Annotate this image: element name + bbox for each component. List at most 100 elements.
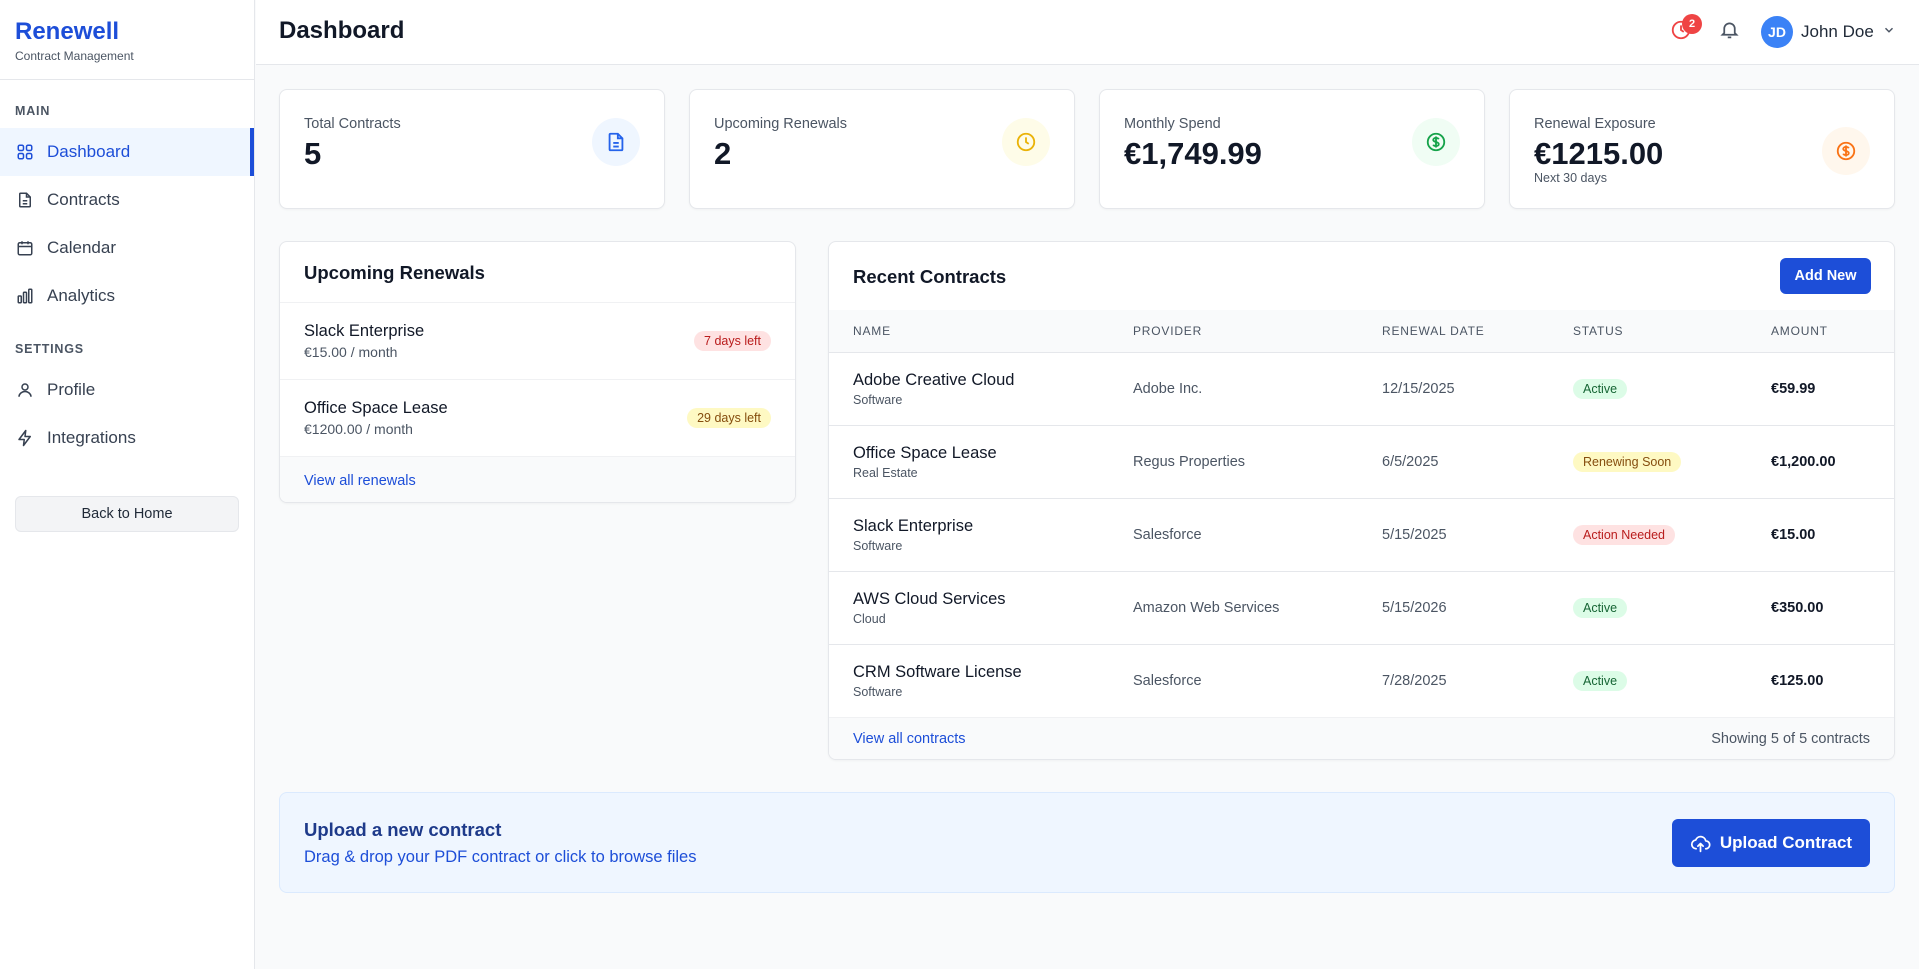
back-to-home-button[interactable]: Back to Home	[15, 496, 239, 532]
cell-provider: Amazon Web Services	[1133, 599, 1280, 616]
cell-renewal-date: 5/15/2026	[1382, 599, 1447, 616]
days-left-badge: 29 days left	[687, 408, 771, 428]
sidebar-item-contracts[interactable]: Contracts	[0, 176, 254, 224]
renewal-name: Slack Enterprise	[304, 322, 425, 340]
column-header-provider[interactable]: PROVIDER	[1109, 310, 1358, 352]
cell-amount: €1,200.00	[1771, 453, 1836, 470]
user-menu[interactable]: JD John Doe	[1761, 16, 1896, 48]
contract-name: Office Space Lease	[853, 443, 997, 462]
contract-name: Adobe Creative Cloud	[853, 370, 1015, 389]
list-item[interactable]: Slack Enterprise €15.00 / month 7 days l…	[280, 302, 795, 379]
stat-card-renewal-exposure: Renewal Exposure €1215.00 Next 30 days	[1509, 89, 1895, 209]
cloud-upload-icon	[1690, 833, 1711, 854]
cell-status: Active	[1549, 571, 1747, 644]
column-header-status[interactable]: STATUS	[1549, 310, 1747, 352]
panel-title: Upcoming Renewals	[304, 262, 485, 283]
panel-footer: View all renewals	[280, 456, 795, 502]
alerts-button[interactable]: 2	[1666, 14, 1702, 47]
cell-renewal-date: 5/15/2025	[1382, 526, 1447, 543]
chevron-down-icon	[1882, 23, 1896, 42]
dollar-icon	[1412, 118, 1460, 166]
cell-renewal-date: 7/28/2025	[1382, 672, 1447, 689]
contract-category: Software	[853, 538, 903, 553]
sidebar-item-label: Profile	[47, 380, 96, 399]
upload-dropzone[interactable]: Upload a new contract Drag & drop your P…	[279, 792, 1895, 893]
dollar-icon	[1822, 127, 1870, 175]
page-title: Dashboard	[279, 17, 405, 44]
alerts-count-badge: 2	[1682, 14, 1702, 34]
stat-label: Renewal Exposure	[1534, 116, 1656, 132]
sidebar-item-dashboard[interactable]: Dashboard	[0, 128, 254, 176]
cell-provider: Adobe Inc.	[1133, 380, 1203, 397]
table-row[interactable]: CRM Software License Software Salesforce…	[829, 644, 1894, 717]
stat-card-upcoming-renewals: Upcoming Renewals 2	[689, 89, 1075, 209]
upcoming-renewals-panel: Upcoming Renewals Slack Enterprise €15.0…	[279, 241, 796, 503]
table-row[interactable]: AWS Cloud Services Cloud Amazon Web Serv…	[829, 571, 1894, 644]
contract-category: Cloud	[853, 611, 886, 626]
bell-icon	[1719, 19, 1740, 45]
status-badge: Active	[1573, 378, 1628, 399]
contracts-summary: Showing 5 of 5 contracts	[1711, 731, 1870, 747]
cell-amount: €350.00	[1771, 599, 1824, 616]
contract-name: Slack Enterprise	[853, 516, 974, 535]
sidebar-item-analytics[interactable]: Analytics	[0, 272, 254, 320]
stat-value: €1215.00	[1534, 136, 1664, 171]
upload-contract-button[interactable]: Upload Contract	[1672, 819, 1870, 867]
add-new-button[interactable]: Add New	[1780, 258, 1871, 294]
document-icon	[15, 190, 35, 210]
document-icon	[592, 118, 640, 166]
cell-amount: €15.00	[1771, 526, 1816, 543]
lightning-icon	[15, 428, 35, 448]
cell-provider: Salesforce	[1133, 526, 1202, 543]
list-item[interactable]: Office Space Lease €1200.00 / month 29 d…	[280, 379, 795, 456]
bar-chart-icon	[15, 286, 35, 306]
notifications-button[interactable]	[1714, 17, 1744, 47]
cell-amount: €125.00	[1771, 672, 1824, 689]
cell-renewal-date: 6/5/2025	[1382, 453, 1439, 470]
cell-name: Slack Enterprise Software	[829, 498, 1109, 571]
grid-icon	[15, 142, 35, 162]
cell-provider: Regus Properties	[1133, 453, 1246, 470]
contract-name: AWS Cloud Services	[853, 589, 1006, 608]
view-all-renewals-link[interactable]: View all renewals	[304, 473, 416, 489]
section-label-settings: SETTINGS	[15, 342, 84, 356]
clock-icon	[1002, 118, 1050, 166]
cell-status: Active	[1549, 352, 1747, 425]
cell-status: Renewing Soon	[1549, 425, 1747, 498]
upload-button-label: Upload Contract	[1719, 833, 1853, 852]
cell-renewal-date: 12/15/2025	[1382, 380, 1455, 397]
stat-note: Next 30 days	[1534, 171, 1607, 185]
cell-amount: €59.99	[1771, 380, 1816, 397]
view-all-contracts-link[interactable]: View all contracts	[853, 731, 966, 747]
upload-subtitle: Drag & drop your PDF contract or click t…	[304, 848, 697, 866]
sidebar-item-profile[interactable]: Profile	[0, 366, 254, 414]
panel-title: Recent Contracts	[853, 266, 1007, 287]
table-row[interactable]: Adobe Creative Cloud Software Adobe Inc.…	[829, 352, 1894, 425]
column-header-amount[interactable]: AMOUNT	[1747, 310, 1894, 352]
cell-name: CRM Software License Software	[829, 644, 1109, 717]
days-left-badge: 7 days left	[694, 331, 771, 351]
sidebar-item-label: Dashboard	[47, 142, 131, 161]
table-header-row: NAME PROVIDER RENEWAL DATE STATUS AMOUNT	[829, 310, 1894, 352]
brand-name[interactable]: Renewell	[15, 18, 239, 46]
table-row[interactable]: Office Space Lease Real Estate Regus Pro…	[829, 425, 1894, 498]
stat-card-total-contracts: Total Contracts 5	[279, 89, 665, 209]
renewal-price: €15.00 / month	[304, 344, 398, 360]
sidebar-item-calendar[interactable]: Calendar	[0, 224, 254, 272]
cell-name: AWS Cloud Services Cloud	[829, 571, 1109, 644]
calendar-icon	[15, 238, 35, 258]
brand-subtitle: Contract Management	[15, 49, 134, 63]
table-row[interactable]: Slack Enterprise Software Salesforce 5/1…	[829, 498, 1894, 571]
sidebar: Renewell Contract Management MAIN Dashbo…	[0, 0, 255, 969]
column-header-renewal-date[interactable]: RENEWAL DATE	[1358, 310, 1549, 352]
sidebar-item-label: Integrations	[47, 428, 136, 447]
upload-title: Upload a new contract	[304, 819, 502, 840]
user-name: John Doe	[1801, 22, 1874, 41]
cell-status: Active	[1549, 644, 1747, 717]
top-bar: Dashboard 2 JD John Doe	[256, 0, 1919, 65]
sidebar-item-integrations[interactable]: Integrations	[0, 414, 254, 462]
contract-category: Software	[853, 684, 903, 699]
cell-status: Action Needed	[1549, 498, 1747, 571]
contract-name: CRM Software License	[853, 662, 1022, 681]
column-header-name[interactable]: NAME	[829, 310, 1109, 352]
